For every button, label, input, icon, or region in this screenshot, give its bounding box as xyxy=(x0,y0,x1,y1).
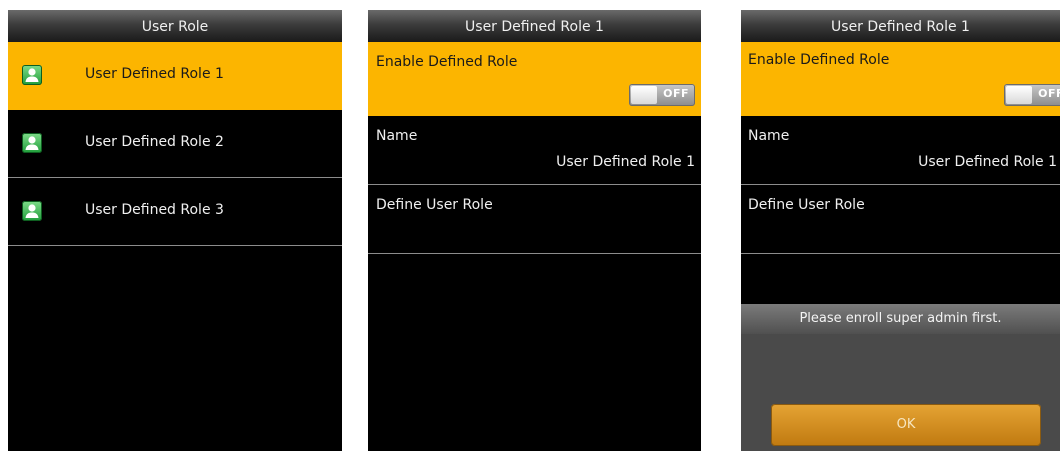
enable-defined-role-label: Enable Defined Role xyxy=(376,54,518,70)
enable-defined-role-row[interactable]: Enable Defined Role OFF xyxy=(741,42,1060,116)
toggle-state-text: OFF xyxy=(1038,87,1060,100)
name-row[interactable]: Name User Defined Role 1 xyxy=(368,116,701,185)
ok-button[interactable]: OK xyxy=(771,404,1041,446)
role-settings-screen: User Defined Role 1 Enable Defined Role … xyxy=(368,10,701,451)
role-label: User Defined Role 1 xyxy=(85,66,224,82)
role-list-item-3[interactable]: User Defined Role 3 xyxy=(8,178,342,246)
define-user-role-label: Define User Role xyxy=(376,197,493,213)
role-list-item-1[interactable]: User Defined Role 1 xyxy=(8,42,342,110)
user-icon xyxy=(22,65,42,85)
prompt-dialog: Please enroll super admin first. OK xyxy=(741,304,1060,451)
name-label: Name xyxy=(748,128,790,144)
enable-role-toggle[interactable]: OFF xyxy=(629,84,695,106)
title-bar: User Defined Role 1 xyxy=(741,10,1060,42)
user-icon xyxy=(22,201,42,221)
name-value: User Defined Role 1 xyxy=(556,154,695,170)
user-icon xyxy=(22,133,42,153)
role-label: User Defined Role 2 xyxy=(85,134,224,150)
user-role-screen: User Role User Defined Role 1 User Defin… xyxy=(8,10,342,451)
role-list-item-2[interactable]: User Defined Role 2 xyxy=(8,110,342,178)
role-settings-dialog-screen: User Defined Role 1 Enable Defined Role … xyxy=(741,10,1060,451)
define-user-role-label: Define User Role xyxy=(748,197,865,213)
title-bar: User Role xyxy=(8,10,342,42)
toggle-knob xyxy=(631,86,657,104)
define-user-role-row[interactable]: Define User Role xyxy=(368,185,701,254)
toggle-knob xyxy=(1006,86,1032,104)
name-row[interactable]: Name User Defined Role 1 xyxy=(741,116,1060,185)
enable-defined-role-row[interactable]: Enable Defined Role OFF xyxy=(368,42,701,116)
name-label: Name xyxy=(376,128,418,144)
title-bar: User Defined Role 1 xyxy=(368,10,701,42)
enable-defined-role-label: Enable Defined Role xyxy=(748,52,890,68)
toggle-state-text: OFF xyxy=(663,87,689,100)
enable-role-toggle[interactable]: OFF xyxy=(1004,84,1060,106)
define-user-role-row[interactable]: Define User Role xyxy=(741,185,1060,254)
dialog-message: Please enroll super admin first. xyxy=(741,304,1060,334)
name-value: User Defined Role 1 xyxy=(918,154,1057,170)
role-label: User Defined Role 3 xyxy=(85,202,224,218)
